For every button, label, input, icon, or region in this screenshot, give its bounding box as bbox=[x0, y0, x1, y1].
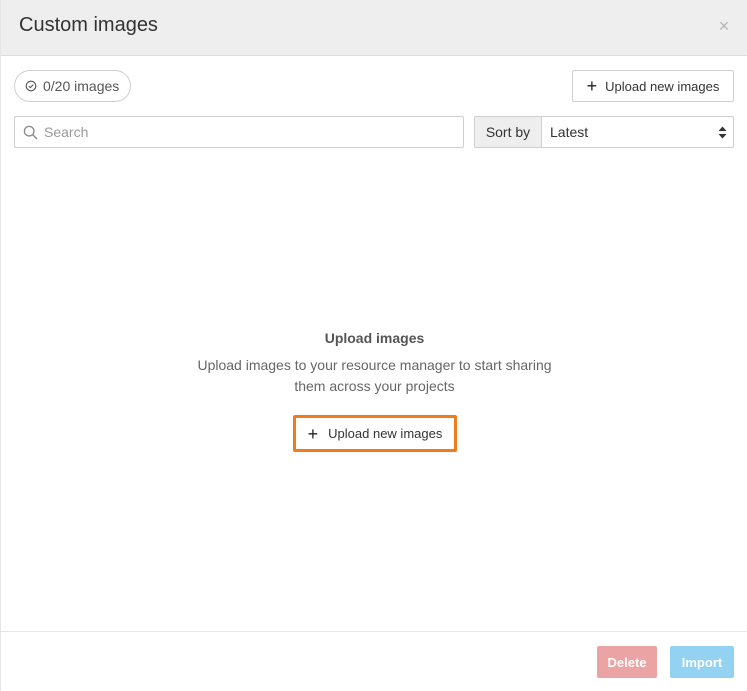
check-circle-icon bbox=[25, 80, 37, 92]
sort-select[interactable]: Latest bbox=[542, 117, 733, 147]
empty-state-heading: Upload images bbox=[324, 330, 425, 346]
image-count-badge: 0/20 images bbox=[14, 70, 132, 102]
plus-icon: + bbox=[586, 76, 598, 96]
empty-state-upload-button[interactable]: + Upload new images bbox=[293, 415, 457, 452]
sort-control: Sort by Latest bbox=[474, 116, 734, 148]
empty-state-description: Upload images to your resource manager t… bbox=[197, 357, 552, 394]
import-button[interactable]: Import bbox=[670, 646, 734, 678]
sort-selected-value: Latest bbox=[550, 124, 589, 140]
delete-button[interactable]: Delete bbox=[597, 646, 657, 678]
upload-new-images-button[interactable]: + Upload new images bbox=[572, 70, 734, 102]
plus-icon: + bbox=[307, 423, 319, 444]
search-icon bbox=[23, 125, 38, 139]
image-count-text: 0/20 images bbox=[43, 78, 120, 94]
search-input[interactable] bbox=[38, 117, 463, 147]
modal-title: Custom images bbox=[19, 14, 158, 36]
close-icon[interactable]: × bbox=[714, 16, 734, 36]
sort-by-label: Sort by bbox=[475, 117, 542, 147]
empty-upload-label: Upload new images bbox=[328, 426, 443, 441]
custom-images-modal: Custom images × 0/20 images + Upload new… bbox=[0, 0, 747, 691]
search-box bbox=[14, 116, 464, 148]
empty-state: Upload images Upload images to your reso… bbox=[1, 330, 747, 397]
upload-button-label: Upload new images bbox=[605, 78, 720, 94]
sort-arrows-icon bbox=[718, 126, 727, 139]
modal-header: Custom images × bbox=[1, 0, 747, 56]
